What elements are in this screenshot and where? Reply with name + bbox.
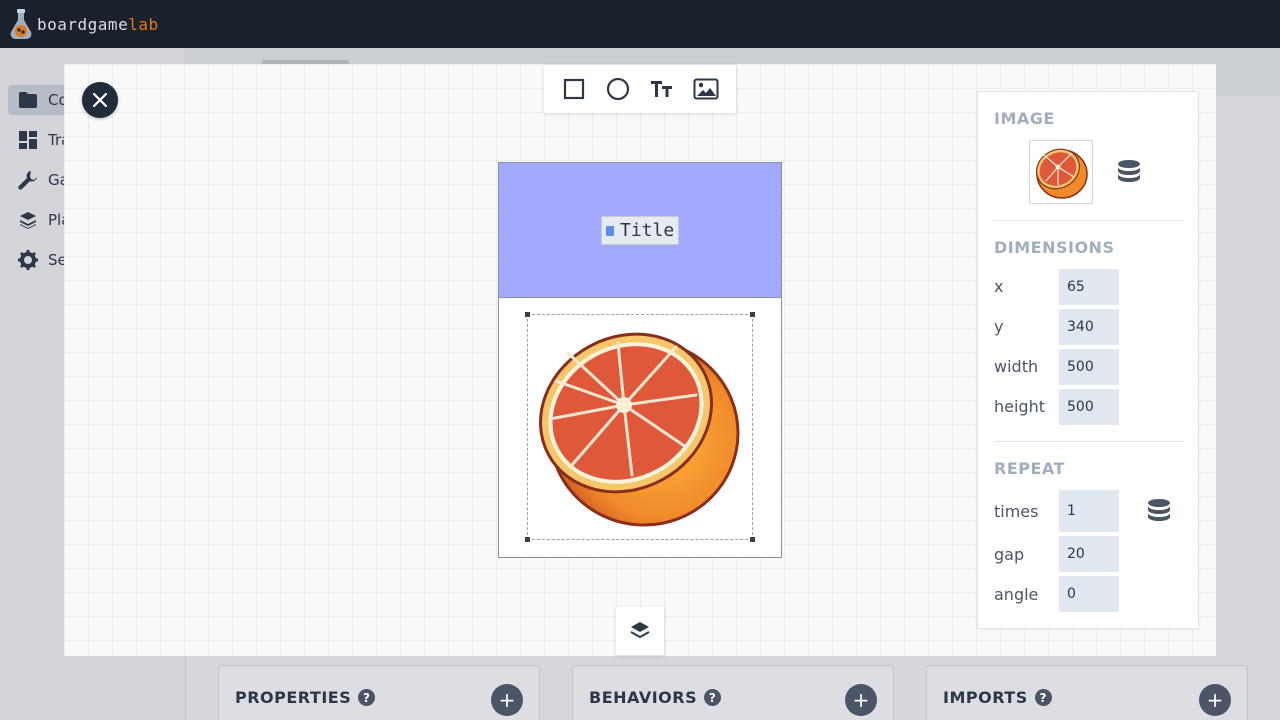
logo-text-primary: boardgame <box>37 14 129 34</box>
grapefruit-thumbnail <box>1036 148 1088 199</box>
divider <box>994 220 1184 221</box>
add-import-button[interactable]: + <box>1199 684 1231 716</box>
y-label: y <box>994 317 1004 336</box>
times-input[interactable] <box>1059 490 1119 532</box>
image-icon <box>693 78 719 100</box>
times-label: times <box>994 502 1039 521</box>
properties-panel: PROPERTIES? + <box>218 665 540 720</box>
add-property-button[interactable]: + <box>491 684 523 716</box>
top-bar: boardgamelab <box>0 0 1280 48</box>
title-text: Title <box>620 220 675 241</box>
card-header-rect[interactable]: Title <box>499 163 781 298</box>
database-icon[interactable] <box>1116 159 1142 185</box>
layers-icon <box>18 210 38 230</box>
image-tool[interactable] <box>688 71 724 107</box>
angle-label: angle <box>994 585 1039 604</box>
gap-input[interactable] <box>1059 536 1119 572</box>
grapefruit-image <box>539 332 740 527</box>
shape-toolbar <box>544 65 736 113</box>
image-thumbnail[interactable] <box>1029 140 1093 204</box>
help-icon[interactable]: ? <box>1034 689 1052 706</box>
text-tool[interactable] <box>644 71 680 107</box>
gear-icon <box>18 250 38 270</box>
resize-handle[interactable] <box>525 537 530 542</box>
wrench-icon <box>18 170 38 190</box>
imports-panel: IMPORTS? + <box>926 665 1248 720</box>
behaviors-title: BEHAVIORS <box>589 688 698 707</box>
circle-tool[interactable] <box>600 71 636 107</box>
flask-icon <box>8 8 34 40</box>
height-input[interactable] <box>1059 389 1119 425</box>
close-icon <box>92 92 108 108</box>
close-button[interactable] <box>82 82 118 118</box>
dashboard-icon <box>18 130 38 150</box>
divider <box>994 441 1184 442</box>
x-label: x <box>994 277 1004 296</box>
circle-icon <box>606 77 630 101</box>
square-icon <box>563 78 585 100</box>
help-icon[interactable]: ? <box>358 689 376 706</box>
height-label: height <box>994 397 1045 416</box>
database-icon <box>606 225 614 236</box>
image-properties-panel: IMAGE DIMENSIONS x y width height REPEAT… <box>977 91 1199 629</box>
add-behavior-button[interactable]: + <box>845 684 877 716</box>
layers-icon <box>630 622 650 638</box>
image-selection[interactable] <box>525 312 755 542</box>
imports-title: IMPORTS <box>943 688 1028 707</box>
angle-input[interactable] <box>1059 576 1119 612</box>
help-icon[interactable]: ? <box>704 689 722 706</box>
logo-text-accent: lab <box>128 14 159 34</box>
y-input[interactable] <box>1059 309 1119 345</box>
resize-handle[interactable] <box>525 312 530 317</box>
width-input[interactable] <box>1059 349 1119 385</box>
text-icon <box>651 81 672 97</box>
folder-icon <box>18 90 38 110</box>
gap-label: gap <box>994 545 1025 564</box>
behaviors-panel: BEHAVIORS? + <box>572 665 894 720</box>
resize-handle[interactable] <box>750 537 755 542</box>
dimensions-section-title: DIMENSIONS <box>994 238 1115 257</box>
resize-handle[interactable] <box>750 312 755 317</box>
app-logo[interactable]: boardgamelab <box>8 8 159 40</box>
repeat-section-title: REPEAT <box>994 459 1065 478</box>
image-section-title: IMAGE <box>994 109 1055 128</box>
rectangle-tool[interactable] <box>556 71 592 107</box>
layers-button[interactable] <box>616 607 664 655</box>
width-label: width <box>994 357 1039 376</box>
properties-title: PROPERTIES <box>235 688 352 707</box>
x-input[interactable] <box>1059 269 1119 305</box>
title-text-element[interactable]: Title <box>601 216 680 245</box>
database-icon[interactable] <box>1146 498 1172 524</box>
